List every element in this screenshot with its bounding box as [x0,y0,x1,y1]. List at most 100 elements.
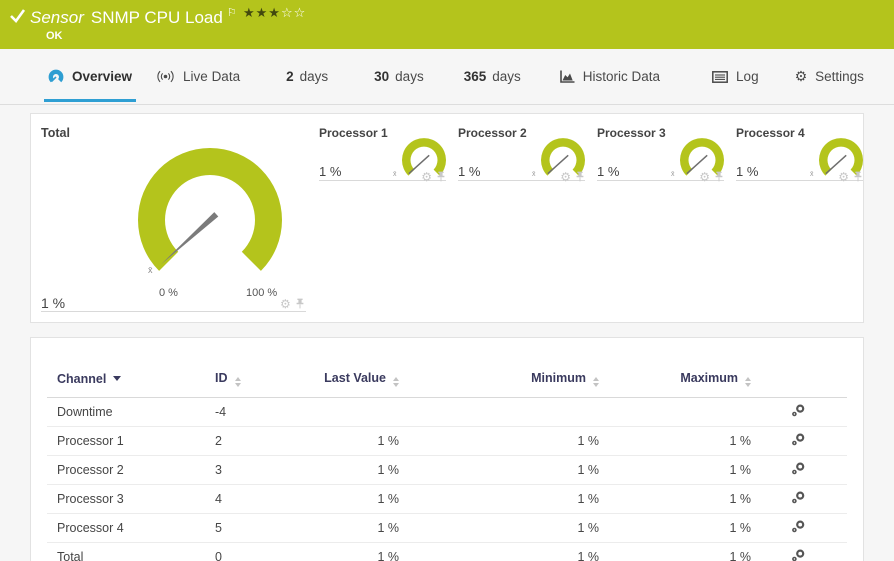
tab-365-days[interactable]: 365 days [464,49,521,104]
table-row[interactable]: Total 0 1 % 1 % 1 % [47,543,847,561]
mean-marker: x̄ [671,171,675,178]
overview-content: Total x̄ 1 % 0 % 100 % ⚙ Processor 1 1 %… [0,105,894,561]
tab-30-days[interactable]: 30 days [374,49,424,104]
status-badge: OK [46,30,63,42]
status-check-icon [9,8,26,23]
tile-actions: ⚙ [699,171,724,182]
channel-table: Channel ID Last Value Minimum Maximum Do… [47,364,847,561]
minimum-cell: 1 % [399,427,599,456]
tab-2-days[interactable]: 2 days [286,49,328,104]
tile-actions: ⚙ [560,171,585,182]
sort-icon [235,377,241,387]
processor-3-tile: Processor 3 1 % x̄ ⚙ [597,114,724,322]
channel-gear-icon[interactable]: ⚙ [699,172,710,182]
table-row[interactable]: Processor 1 2 1 % 1 % 1 % [47,427,847,456]
channel-id-cell: 0 [215,543,303,561]
channel-name-cell[interactable]: Total [47,543,215,561]
last-value-cell: 1 % [303,485,399,514]
channel-settings-icon[interactable] [791,433,805,449]
tab-live-data[interactable]: Live Data [156,49,240,104]
pin-icon[interactable] [853,171,863,182]
area-chart-icon [559,70,575,84]
maximum-cell: 1 % [599,514,751,543]
table-row[interactable]: Downtime -4 [47,398,847,427]
tab-number: 2 [286,69,294,84]
mean-marker: x̄ [393,171,397,178]
column-header-minimum[interactable]: Minimum [399,364,599,398]
channel-id-cell: 3 [215,456,303,485]
flag-icon[interactable]: ⚐ [227,6,237,19]
column-header-label: Maximum [680,371,738,385]
channel-gear-icon[interactable]: ⚙ [560,172,571,182]
tab-label: Overview [72,69,132,84]
total-gauge-value: 1 % [41,295,65,311]
tab-label: Log [736,69,759,84]
pin-icon[interactable] [714,171,724,182]
pin-icon[interactable] [575,171,585,182]
channel-name-cell[interactable]: Processor 1 [47,427,215,456]
channel-gear-icon[interactable]: ⚙ [280,299,291,309]
channel-settings-icon[interactable] [791,491,805,507]
minimum-cell: 1 % [399,485,599,514]
column-header-id[interactable]: ID [215,364,303,398]
tile-actions: ⚙ [280,298,305,309]
sort-icon [593,377,599,387]
channel-settings-icon[interactable] [791,549,805,561]
sensor-name: SNMP CPU Load [91,8,223,27]
channel-name-cell[interactable]: Downtime [47,398,215,427]
table-row[interactable]: Processor 2 3 1 % 1 % 1 % [47,456,847,485]
channel-settings-icon[interactable] [791,462,805,478]
mean-marker: x̄ [532,171,536,178]
sort-desc-icon [113,376,121,381]
channel-id-cell: 4 [215,485,303,514]
processor-4-tile: Processor 4 1 % x̄ ⚙ [736,114,863,322]
last-value-cell: 1 % [303,514,399,543]
priority-stars-filled: ★★★ [243,6,281,21]
total-gauge-label: Total [41,126,70,140]
tab-historic-data[interactable]: Historic Data [559,49,660,104]
channel-gear-icon[interactable]: ⚙ [421,172,432,182]
tab-log[interactable]: Log [712,49,759,104]
processor-1-tile: Processor 1 1 % x̄ ⚙ [319,114,446,322]
tab-label: Live Data [183,69,240,84]
log-icon [712,71,728,83]
table-row[interactable]: Processor 3 4 1 % 1 % 1 % [47,485,847,514]
column-header-settings [751,364,847,398]
table-row[interactable]: Processor 4 5 1 % 1 % 1 % [47,514,847,543]
channel-gear-icon[interactable]: ⚙ [838,172,849,182]
column-header-last-value[interactable]: Last Value [303,364,399,398]
column-header-label: Last Value [324,371,386,385]
maximum-cell: 1 % [599,456,751,485]
channel-name-cell[interactable]: Processor 3 [47,485,215,514]
broadcast-icon [156,70,175,83]
pin-icon[interactable] [295,298,305,309]
column-header-maximum[interactable]: Maximum [599,364,751,398]
last-value-cell: 1 % [303,427,399,456]
channel-id-cell: 2 [215,427,303,456]
processor-gauge-value: 1 % [458,164,480,179]
channel-settings-icon[interactable] [791,520,805,536]
tab-number: 30 [374,69,389,84]
tab-settings[interactable]: ⚙ Settings [795,49,864,104]
pin-icon[interactable] [436,171,446,182]
priority-stars[interactable]: ★★★☆☆ [243,6,306,21]
channel-settings-icon[interactable] [791,404,805,420]
sensor-titlebar: Sensor SNMP CPU Load ⚐ ★★★☆☆ OK [0,0,894,49]
channel-name-cell[interactable]: Processor 2 [47,456,215,485]
priority-stars-empty: ☆☆ [281,6,306,21]
minimum-cell: 1 % [399,456,599,485]
page-title: Sensor SNMP CPU Load ⚐ [30,6,237,28]
processor-gauge-label: Processor 2 [458,126,527,140]
column-header-channel[interactable]: Channel [47,364,215,398]
minimum-cell: 1 % [399,514,599,543]
maximum-cell: 1 % [599,485,751,514]
processor-2-tile: Processor 2 1 % x̄ ⚙ [458,114,585,322]
tab-label: days [300,69,329,84]
channel-name-cell[interactable]: Processor 4 [47,514,215,543]
channel-id-cell: -4 [215,398,303,427]
maximum-cell: 1 % [599,543,751,561]
maximum-cell [599,398,751,427]
sensor-type-label: Sensor [30,8,84,27]
sensor-tabbar: Overview Live Data 2 days 30 days 365 da… [0,49,894,105]
tab-overview[interactable]: Overview [48,49,132,104]
